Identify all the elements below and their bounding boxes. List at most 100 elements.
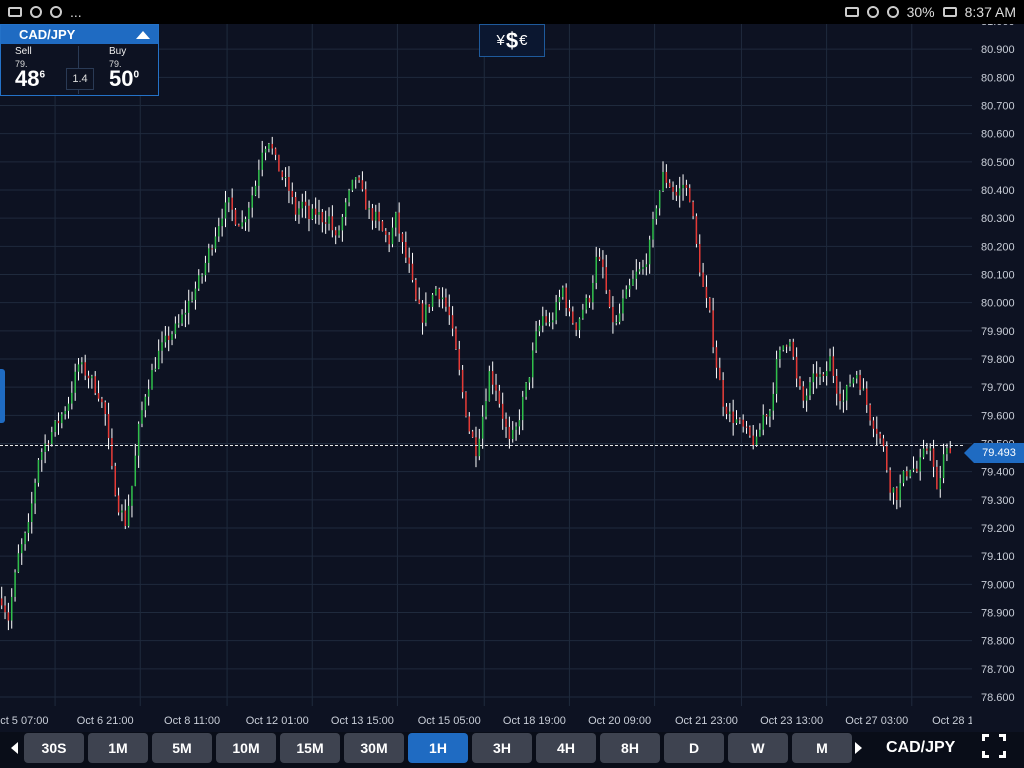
timeframe-30s-button[interactable]: 30S xyxy=(24,733,84,763)
side-drawer-handle[interactable] xyxy=(0,369,5,423)
candle-body xyxy=(879,433,881,439)
candle-body xyxy=(702,272,704,287)
candle-body xyxy=(57,420,60,424)
candle-body xyxy=(922,448,925,458)
y-tick-label: 80.100 xyxy=(981,270,1015,282)
candle-body xyxy=(775,359,778,394)
candle-body xyxy=(595,256,597,283)
candle-body xyxy=(435,288,437,295)
candle-body xyxy=(949,448,952,454)
candle-body xyxy=(361,180,364,190)
candle-body xyxy=(428,304,430,307)
ticker-header[interactable]: CAD/JPY xyxy=(1,25,158,44)
candle-body xyxy=(832,356,835,376)
timeframe-30m-button[interactable]: 30M xyxy=(344,733,404,763)
candle-body xyxy=(74,371,76,393)
candle-body xyxy=(441,297,444,300)
candle-body xyxy=(157,350,160,369)
battery-percent: 30% xyxy=(906,4,935,20)
battery-saver-icon xyxy=(844,7,859,17)
timeframe-5m-button[interactable]: 5M xyxy=(152,733,212,763)
candle-body xyxy=(545,316,547,323)
candle-body xyxy=(755,436,758,446)
candle-body xyxy=(835,375,838,394)
candle-body xyxy=(769,410,771,417)
timeframe-1m-button[interactable]: 1M xyxy=(88,733,148,763)
candle-body xyxy=(658,190,661,209)
candle-body xyxy=(127,505,130,527)
candle-body xyxy=(231,197,233,210)
candle-body xyxy=(281,171,284,178)
candle-body xyxy=(521,396,524,421)
candle-body xyxy=(17,553,20,573)
ticker-widget[interactable]: CAD/JPY Sell 79. 486 Buy 79. 500 1.4 xyxy=(0,24,159,96)
candle-body xyxy=(829,356,831,372)
candle-body xyxy=(431,294,434,307)
candle-body xyxy=(525,382,527,397)
candle-body xyxy=(221,218,223,227)
candle-body xyxy=(889,470,891,493)
candle-body xyxy=(27,522,30,534)
candle-body xyxy=(715,347,718,368)
scroll-left-icon[interactable] xyxy=(11,742,18,754)
candle-body xyxy=(936,466,938,490)
candle-body xyxy=(745,426,748,428)
candle-body xyxy=(719,367,721,381)
candle-body xyxy=(902,471,905,484)
candle-body xyxy=(742,419,744,427)
candle-body xyxy=(732,411,734,423)
candle-body xyxy=(37,459,40,483)
timeframe-8h-button[interactable]: 8H xyxy=(600,733,660,763)
candle-body xyxy=(548,322,551,324)
y-tick-label: 80.900 xyxy=(981,44,1015,56)
candle-body xyxy=(802,386,805,401)
candle-body xyxy=(31,503,33,523)
price-chart[interactable]: 81.000 80.900 80.800 80.700 80.600 80.500 80.4… xyxy=(0,24,1024,732)
candle-body xyxy=(605,267,607,291)
candle-body xyxy=(438,288,440,300)
candle-body xyxy=(572,311,574,324)
candle-body xyxy=(238,224,240,227)
timeframe-d-button[interactable]: D xyxy=(664,733,724,763)
candle-body xyxy=(618,313,621,323)
y-tick-label: 79.600 xyxy=(981,410,1015,422)
timeframe-10m-button[interactable]: 10M xyxy=(216,733,276,763)
candle-body xyxy=(218,226,220,237)
sell-label: Sell xyxy=(15,46,32,57)
ticker-body: Sell 79. 486 Buy 79. 500 1.4 xyxy=(1,44,158,96)
candle-body xyxy=(51,432,53,445)
y-tick-label: 78.700 xyxy=(981,664,1015,676)
candle-body xyxy=(555,302,557,321)
bottom-symbol[interactable]: CAD/JPY xyxy=(886,739,955,757)
candle-body xyxy=(234,209,237,225)
y-tick-label: 80.300 xyxy=(981,213,1015,225)
candle-body xyxy=(304,201,307,206)
candle-body xyxy=(725,406,728,415)
candle-body xyxy=(672,186,674,192)
timeframe-4h-button[interactable]: 4H xyxy=(536,733,596,763)
timeframe-15m-button[interactable]: 15M xyxy=(280,733,340,763)
status-bar-left: ... xyxy=(8,4,82,20)
candle-body xyxy=(565,287,567,309)
currency-button[interactable]: ¥ $ € xyxy=(479,24,545,57)
y-tick-label: 78.900 xyxy=(981,608,1015,620)
timeframe-m-button[interactable]: M xyxy=(792,733,852,763)
candle-body xyxy=(812,373,815,383)
fullscreen-icon[interactable] xyxy=(982,734,1006,758)
collapse-up-icon[interactable] xyxy=(136,30,150,39)
chart-canvas[interactable]: 81.000 80.900 80.800 80.700 80.600 80.500 80.4… xyxy=(0,24,1024,732)
candle-body xyxy=(164,335,167,343)
candle-body xyxy=(61,414,63,424)
y-tick-label: 80.700 xyxy=(981,101,1015,113)
timeframe-w-button[interactable]: W xyxy=(728,733,788,763)
scroll-right-icon[interactable] xyxy=(855,742,862,754)
timeframe-3h-button[interactable]: 3H xyxy=(472,733,532,763)
candle-body xyxy=(532,350,534,378)
candle-body xyxy=(371,208,374,221)
candle-body xyxy=(789,341,791,347)
candle-body xyxy=(378,211,380,222)
candle-body xyxy=(0,598,3,606)
timeframe-1h-button[interactable]: 1H xyxy=(408,733,468,763)
candle-body xyxy=(478,438,481,457)
currency-euro: € xyxy=(519,32,528,49)
